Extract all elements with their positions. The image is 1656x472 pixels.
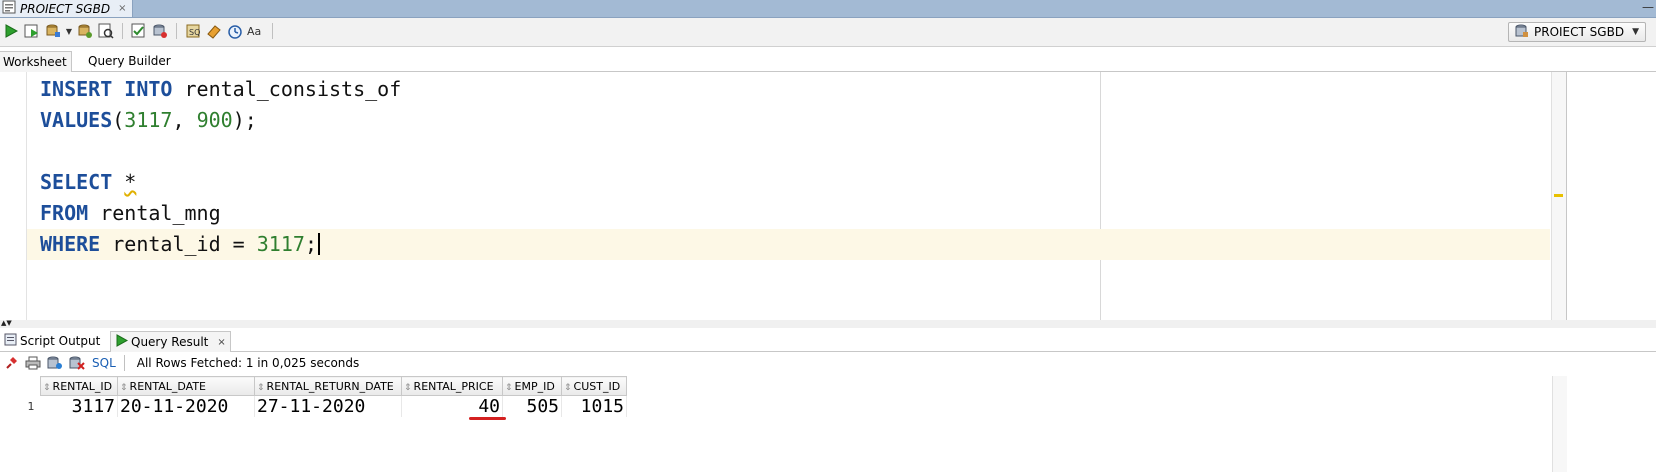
table-header-row: ⇕ RENTAL_ID ⇕ RENTAL_DATE ⇕ RENTAL_RETURN_D… (0, 376, 627, 396)
tab-script-output[interactable]: Script Output × (0, 331, 122, 351)
tab-worksheet[interactable]: Worksheet (0, 51, 72, 72)
splitter-arrows-icon[interactable]: ▲▼ (1, 320, 12, 327)
sql-link[interactable]: SQL (92, 356, 116, 370)
explain-plan-icon[interactable] (130, 22, 148, 40)
autotrace-icon[interactable] (97, 22, 115, 40)
tab-query-builder[interactable]: Query Builder (84, 51, 175, 71)
run-script-icon[interactable] (23, 22, 41, 40)
sort-icon: ⇕ (564, 382, 572, 393)
code-line-5: FROM rental_mng (40, 201, 221, 225)
svg-text:SQL: SQL (189, 28, 201, 37)
column-header[interactable]: ⇕ RENTAL_DATE (117, 376, 255, 396)
editor-gutter (0, 72, 27, 320)
rollback-icon[interactable] (76, 22, 94, 40)
cell-return-date[interactable]: 27-11-2020 (254, 395, 402, 417)
price-annotation-underline (469, 417, 506, 420)
code-line-4: SELECT * (40, 170, 137, 194)
chevron-down-icon: ▼ (1632, 27, 1639, 37)
table-row[interactable]: 1 3117 20-11-2020 27-11-2020 40 505 1015 (0, 395, 627, 417)
code-line-2: VALUES(3117, 900); (40, 108, 257, 132)
sql-editor[interactable]: INSERT INTO rental_consists_of VALUES(31… (0, 72, 1567, 321)
column-header[interactable]: ⇕ CUST_ID (561, 376, 627, 396)
sort-icon: ⇕ (404, 382, 412, 393)
sort-icon: ⇕ (257, 382, 265, 393)
sort-icon: ⇕ (120, 382, 128, 393)
code-line-1: INSERT INTO rental_consists_of (40, 77, 402, 101)
warning-marker (1554, 194, 1563, 197)
row-number: 1 (27, 399, 35, 413)
history-icon[interactable] (226, 22, 244, 40)
cell-rental-id[interactable]: 3117 (40, 395, 118, 417)
text-cursor (317, 233, 320, 255)
result-tabs: Script Output × Query Result × (0, 329, 1656, 352)
result-table: ⇕ RENTAL_ID ⇕ RENTAL_DATE ⇕ RENTAL_RETURN_D… (0, 376, 627, 417)
column-header[interactable]: ⇕ RENTAL_PRICE (401, 376, 503, 396)
worksheet-toolbar: ▼ SQL Aa PROIECT SGBD (0, 18, 1656, 47)
result-toolbar: SQL All Rows Fetched: 1 in 0,025 seconds (0, 352, 1656, 374)
worksheet-icon (2, 0, 16, 17)
script-output-icon (4, 333, 17, 349)
sql-tuning-icon[interactable] (151, 22, 169, 40)
clear-icon[interactable]: SQL (184, 22, 202, 40)
close-icon[interactable]: × (217, 337, 225, 348)
document-tab[interactable]: PROIECT SGBD × (0, 0, 134, 17)
document-tab-strip: PROIECT SGBD × — (0, 0, 1656, 18)
connection-select[interactable]: PROIECT SGBD ▼ (1508, 22, 1646, 42)
tab-query-result[interactable]: Query Result × (110, 331, 231, 352)
worksheet-tabs: Worksheet Query Builder (0, 47, 1656, 72)
eraser-icon[interactable] (205, 22, 223, 40)
code-line-6: WHERE rental_id = 3117; (40, 229, 320, 260)
run-icon (115, 334, 129, 350)
cell-emp-id[interactable]: 505 (502, 395, 562, 417)
grid-scrollbar[interactable] (1552, 376, 1567, 472)
format-icon[interactable]: Aa (247, 22, 265, 40)
sort-icon: ⇕ (43, 382, 51, 393)
column-header[interactable]: ⇕ RENTAL_ID (40, 376, 118, 396)
database-icon (1515, 24, 1529, 41)
chevron-down-icon[interactable]: ▼ (65, 27, 73, 36)
editor-scrollbar[interactable] (1551, 72, 1566, 320)
pin-icon[interactable] (2, 354, 20, 372)
refresh-icon[interactable] (46, 354, 64, 372)
result-grid[interactable]: ⇕ RENTAL_ID ⇕ RENTAL_DATE ⇕ RENTAL_RETURN_D… (0, 376, 1566, 472)
panel-splitter[interactable]: ▲▼ (0, 320, 1656, 328)
row-number-header (0, 376, 41, 396)
sort-icon: ⇕ (505, 382, 513, 393)
cell-rental-date[interactable]: 20-11-2020 (117, 395, 255, 417)
column-header[interactable]: ⇕ EMP_ID (502, 376, 562, 396)
connection-name: PROIECT SGBD (1534, 25, 1625, 39)
fetch-status: All Rows Fetched: 1 in 0,025 seconds (136, 356, 360, 370)
column-header[interactable]: ⇕ RENTAL_RETURN_DATE (254, 376, 402, 396)
cell-rental-price[interactable]: 40 (401, 395, 503, 417)
run-statement-icon[interactable] (2, 22, 20, 40)
document-tab-title: PROIECT SGBD (20, 1, 111, 16)
cell-cust-id[interactable]: 1015 (561, 395, 627, 417)
print-icon[interactable] (24, 354, 42, 372)
right-margin-line (1100, 72, 1101, 320)
minimize-icon[interactable]: — (1642, 0, 1654, 14)
svg-text:Aa: Aa (247, 25, 261, 38)
commit-icon[interactable] (44, 22, 62, 40)
close-icon[interactable]: × (118, 3, 126, 14)
cancel-fetch-icon[interactable] (68, 354, 86, 372)
